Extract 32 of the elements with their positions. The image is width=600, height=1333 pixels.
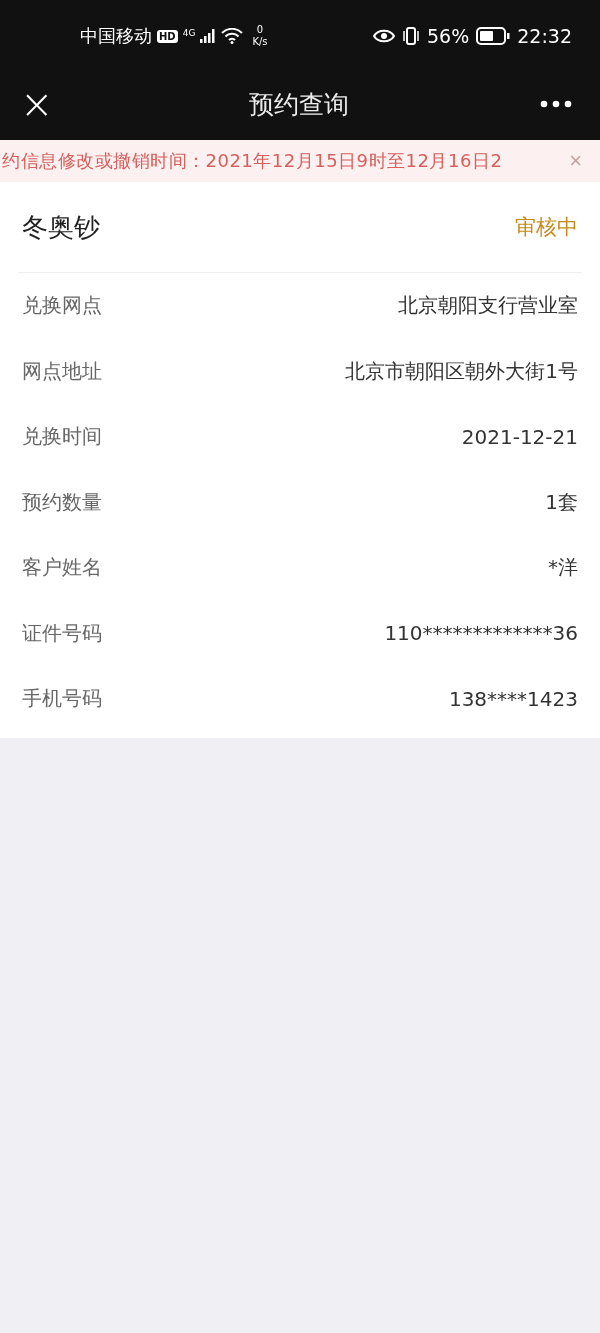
battery-icon <box>476 27 511 45</box>
battery-percent: 56% <box>427 25 470 47</box>
field-label: 证件号码 <box>22 619 102 647</box>
field-label: 网点地址 <box>22 357 102 385</box>
field-value: 1套 <box>545 488 578 516</box>
status-label: 审核中 <box>515 214 578 241</box>
signal-icon <box>200 29 217 43</box>
field-label: 兑换时间 <box>22 423 102 451</box>
wifi-icon <box>221 28 244 44</box>
field-value: 110*************36 <box>384 621 578 646</box>
field-label: 预约数量 <box>22 488 102 516</box>
carrier-name: 中国移动 <box>80 24 152 48</box>
clock-time: 22:32 <box>517 25 572 47</box>
field-label: 客户姓名 <box>22 554 102 582</box>
notice-text: 约信息修改或撤销时间：2021年12月15日9时至12月16日2 <box>2 149 503 173</box>
page-title: 预约查询 <box>248 88 349 121</box>
speed-unit: K/s <box>252 36 268 48</box>
field-label: 手机号码 <box>22 685 102 713</box>
close-button[interactable]: × <box>16 84 58 124</box>
field-label: 兑换网点 <box>22 292 102 320</box>
field-value: 2021-12-21 <box>461 424 578 449</box>
eye-icon <box>373 29 395 43</box>
network-type: 4G <box>182 28 196 38</box>
field-value: *洋 <box>548 554 578 582</box>
field-value: 北京市朝阳区朝外大街1号 <box>345 357 578 385</box>
more-icon[interactable] <box>540 100 572 108</box>
hd-badge: HD <box>157 29 178 43</box>
field-value: 138****1423 <box>448 686 578 711</box>
vibrate-icon <box>402 27 420 45</box>
field-value: 北京朝阳支行营业室 <box>398 292 578 320</box>
speed-value: 0 <box>256 24 264 36</box>
product-name: 冬奥钞 <box>22 210 100 244</box>
